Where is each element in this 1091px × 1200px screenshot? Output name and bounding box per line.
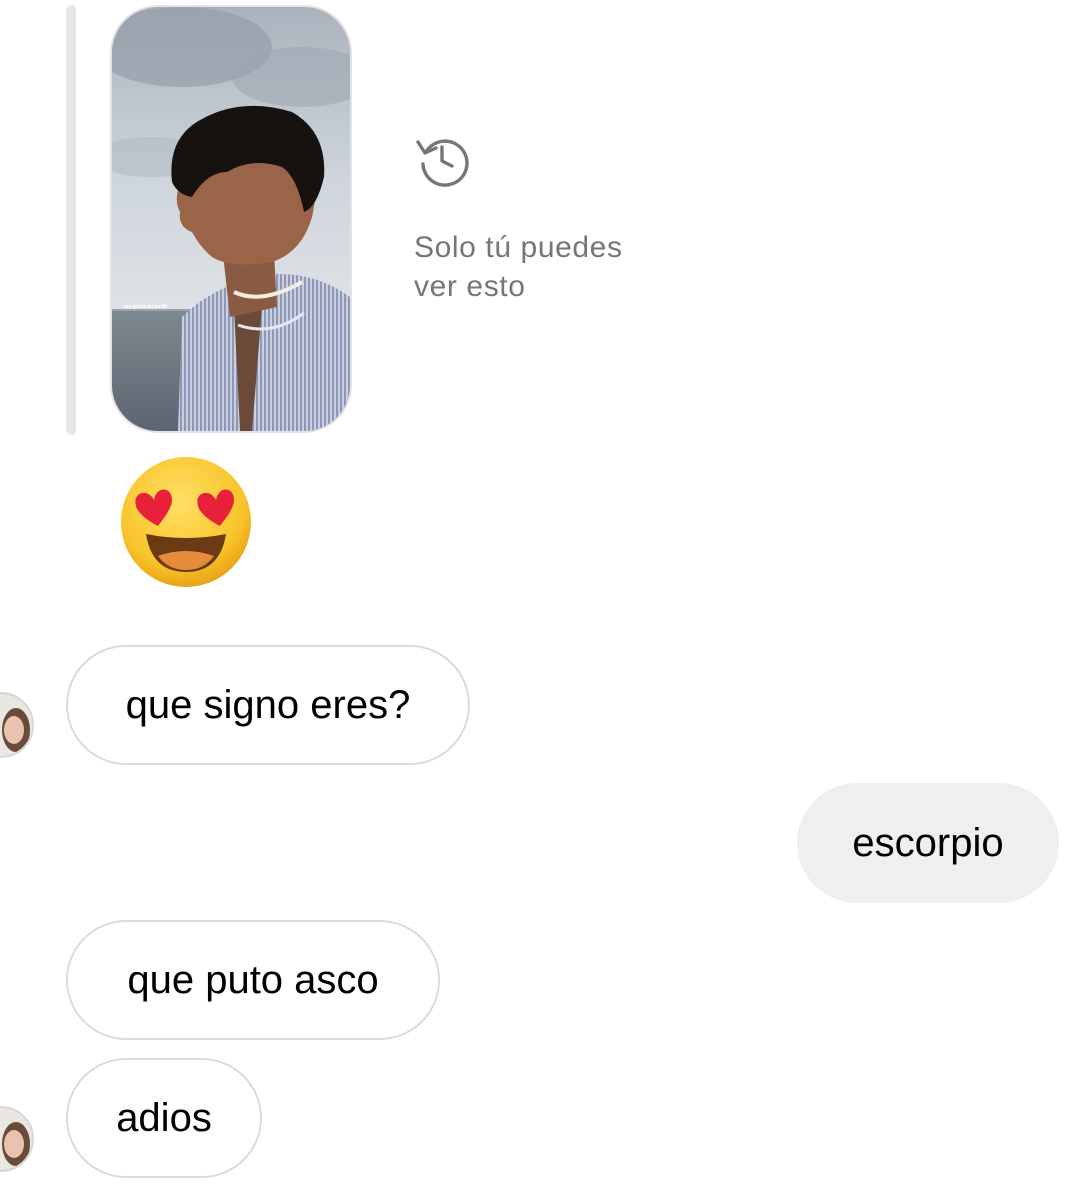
private-notice-text: Solo tú puedes ver esto: [414, 231, 623, 303]
message-bubble-outgoing[interactable]: escorpio: [797, 783, 1059, 903]
story-thumbnail[interactable]: me gusta mi perfil: [110, 5, 352, 433]
heart-eyes-emoji-icon: [121, 457, 251, 587]
private-notice: Solo tú puedes ver esto: [414, 132, 734, 306]
message-text: adios: [116, 1095, 212, 1140]
message-text: que puto asco: [127, 957, 379, 1002]
contact-avatar[interactable]: [0, 692, 34, 758]
story-reply-bar: [66, 5, 76, 435]
contact-avatar[interactable]: [0, 1106, 34, 1172]
message-bubble-incoming[interactable]: que signo eres?: [66, 645, 470, 765]
message-bubble-incoming[interactable]: adios: [66, 1058, 262, 1178]
history-clock-icon: [416, 139, 469, 187]
message-text: escorpio: [852, 820, 1004, 865]
message-bubble-incoming[interactable]: que puto asco: [66, 920, 440, 1040]
story-caption: me gusta mi perfil: [124, 304, 167, 310]
message-text: que signo eres?: [125, 682, 411, 727]
